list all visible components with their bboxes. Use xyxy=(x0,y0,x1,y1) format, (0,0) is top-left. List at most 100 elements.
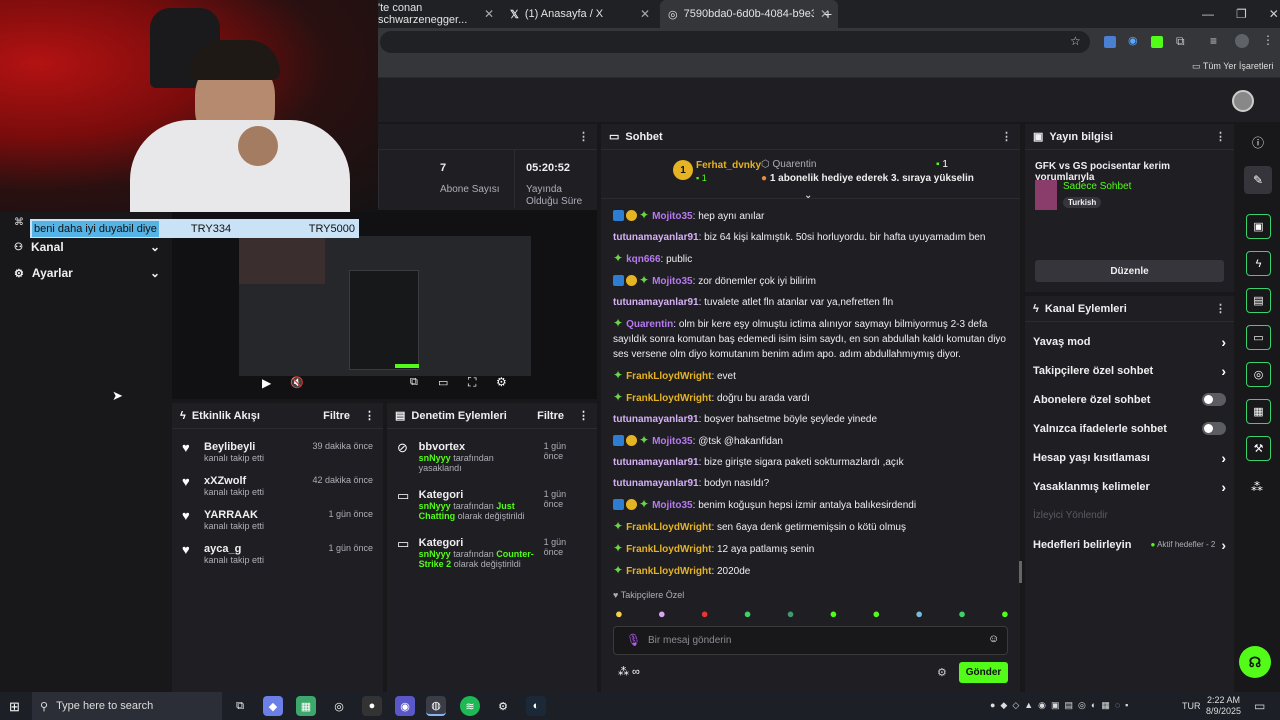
more-icon[interactable]: ⋮ xyxy=(1001,130,1012,143)
activity-item[interactable]: ♥ Beylibeyli kanalı takip etti 39 dakika ön… xyxy=(172,435,383,469)
moderation-item[interactable]: ▭ Kategori snNyyy tarafından Counter-Strik… xyxy=(387,531,597,579)
leader-name[interactable]: Ferhat_dvnky xyxy=(696,160,761,171)
send-button[interactable]: Gönder xyxy=(959,662,1008,683)
kick-extension-icon[interactable] xyxy=(1151,36,1163,48)
steam-icon[interactable]: ◐ xyxy=(526,696,546,716)
task-view-icon[interactable]: ⧉ xyxy=(230,696,250,716)
chat-username[interactable]: Quarentin xyxy=(626,319,673,330)
profile-avatar[interactable] xyxy=(1235,34,1249,48)
channel-action-row[interactable]: Takipçilere özel sohbet › xyxy=(1025,356,1234,385)
obs-icon[interactable]: ● xyxy=(362,696,382,716)
emote-icon[interactable]: ● xyxy=(829,606,837,622)
close-icon[interactable]: ✕ xyxy=(484,7,494,21)
discord-icon[interactable]: ◉ xyxy=(395,696,415,716)
activity-item[interactable]: ♥ ayca_g kanalı takip etti 1 gün önce xyxy=(172,537,383,571)
chat-username[interactable]: FrankLloydWright xyxy=(626,566,711,577)
chat-username[interactable]: tutunamayanlar91 xyxy=(613,232,699,243)
chrome-icon[interactable]: ◍ xyxy=(426,696,446,716)
spotify-icon[interactable]: ≋ xyxy=(460,696,480,716)
minimize-icon[interactable]: — xyxy=(1202,7,1214,21)
pencil-icon[interactable]: ✎ xyxy=(1244,166,1272,194)
chat-input[interactable]: 🎙 Bir mesaj gönderin ☺ xyxy=(613,626,1008,655)
moderation-item[interactable]: ⊘ bbvortex snNyyy tarafından yasaklandı 1 g… xyxy=(387,435,597,483)
close-icon[interactable]: ✕ xyxy=(640,7,650,21)
sidebar-item-ayarlar[interactable]: ⚙ Ayarlar ⌄ xyxy=(14,266,160,280)
emote-icon[interactable]: ● xyxy=(701,606,709,622)
chat-username[interactable]: FrankLloydWright xyxy=(626,544,711,555)
runnerup-name[interactable]: ⬡ Quarentin xyxy=(761,159,816,170)
audio-extension-icon[interactable]: ◉ xyxy=(1128,34,1138,47)
activity-item[interactable]: ♥ xXZwolf kanalı takip etti 42 dakika önce xyxy=(172,469,383,503)
chat-username[interactable]: FrankLloydWright xyxy=(626,522,711,533)
channel-action-row[interactable]: Hesap yaşı kısıtlaması › xyxy=(1025,443,1234,472)
browser-menu-icon[interactable]: ⋮ xyxy=(1262,33,1274,47)
chat-username[interactable]: tutunamayanlar91 xyxy=(613,414,699,425)
actor-link[interactable]: snNyyy xyxy=(419,501,451,511)
document-icon[interactable]: ▤ xyxy=(1246,288,1271,313)
all-bookmarks[interactable]: ▭ Tüm Yer İşaretleri xyxy=(1192,61,1273,72)
chat-username[interactable]: FrankLloydWright xyxy=(626,393,711,404)
new-tab-button[interactable]: + xyxy=(824,6,832,22)
app-icon[interactable]: ◎ xyxy=(329,696,349,716)
user-avatar[interactable] xyxy=(1232,90,1254,112)
more-icon[interactable]: ⋮ xyxy=(364,409,375,422)
gear-app-icon[interactable]: ⚙ xyxy=(493,696,513,716)
system-tray-icons[interactable]: ●◆◇▲◉▣▤◎◐▦◌▪ xyxy=(990,700,1133,711)
more-icon[interactable]: ⋮ xyxy=(1215,130,1226,143)
emote-icon[interactable]: ● xyxy=(787,606,795,622)
layout-icon[interactable]: ▦ xyxy=(1246,399,1271,424)
filter-button[interactable]: Filtre xyxy=(537,410,564,422)
chat-username[interactable]: Mojito35 xyxy=(652,500,693,511)
fullscreen-icon[interactable]: ⛶ xyxy=(468,375,476,390)
channel-action-row[interactable]: Yalnızca ifadelerle sohbet xyxy=(1025,414,1234,443)
bolt-icon[interactable]: ϟ xyxy=(1246,251,1271,276)
chat-username[interactable]: FrankLloydWright xyxy=(626,371,711,382)
chat-username[interactable]: Mojito35 xyxy=(652,276,693,287)
emote-icon[interactable]: ● xyxy=(872,606,880,622)
toggle-switch[interactable] xyxy=(1202,393,1226,406)
activity-item[interactable]: ♥ YARRAAK kanalı takip etti 1 gün önce xyxy=(172,503,383,537)
chat-username[interactable]: tutunamayanlar91 xyxy=(613,478,699,489)
settings-icon[interactable]: ⚙ xyxy=(496,375,507,389)
emote-icon[interactable]: ● xyxy=(744,606,752,622)
windows-start-icon[interactable]: ⊞ xyxy=(9,699,20,715)
emoji-icon[interactable]: ☺ xyxy=(988,633,999,645)
notification-icon[interactable]: ▭ xyxy=(1254,699,1265,713)
actor-link[interactable]: snNyyy xyxy=(419,453,451,463)
stream-preview[interactable]: ▶ 🔇 ⧉ ▭ ⛶ ⚙ xyxy=(172,210,597,399)
chat-username[interactable]: Mojito35 xyxy=(652,436,693,447)
pip-icon[interactable]: ⧉ xyxy=(410,376,418,389)
more-icon[interactable]: ⋮ xyxy=(578,409,589,422)
chat-username[interactable]: tutunamayanlar91 xyxy=(613,457,699,468)
chat-bubble-icon[interactable]: ▭ xyxy=(1246,325,1271,350)
channel-action-row[interactable]: Yasaklanmış kelimeler › xyxy=(1025,472,1234,501)
chat-username[interactable]: tutunamayanlar91 xyxy=(613,297,699,308)
points-icon[interactable]: ⁂ ∞ xyxy=(618,665,640,678)
restore-icon[interactable]: ❐ xyxy=(1236,7,1247,21)
collapse-icon[interactable]: ⌄ xyxy=(804,190,812,201)
translate-extension-icon[interactable] xyxy=(1104,36,1116,48)
filter-button[interactable]: Filtre xyxy=(323,410,350,422)
moderation-item[interactable]: ▭ Kategori snNyyy tarafından Just Chatting… xyxy=(387,483,597,531)
chat-scrollbar[interactable] xyxy=(1019,561,1022,583)
share-icon[interactable]: ⁂ xyxy=(1251,480,1263,494)
goals-row[interactable]: Hedefleri belirleyin ● Aktif hedefler - … xyxy=(1025,530,1234,559)
browser-tab[interactable]: 'te conan schwarzenegger... ✕ xyxy=(370,0,502,28)
sidebar-item-kanal[interactable]: ⚇ Kanal ⌄ xyxy=(14,240,160,254)
address-input[interactable] xyxy=(380,31,1090,53)
microphone-icon[interactable]: 🎙 xyxy=(626,633,641,647)
emote-icon[interactable]: ● xyxy=(615,606,623,622)
taskbar-search[interactable]: ⚲ Type here to search xyxy=(32,692,222,720)
more-icon[interactable]: ⋮ xyxy=(578,130,589,143)
chat-username[interactable]: kqn666 xyxy=(626,254,660,265)
play-icon[interactable]: ▶ xyxy=(262,376,271,390)
browser-tab[interactable]: 𝕏 (1) Anasayfa / X ✕ xyxy=(502,0,658,28)
emote-icon[interactable]: ● xyxy=(658,606,666,622)
category-link[interactable]: Sadece Sohbet xyxy=(1063,181,1131,192)
chat-username[interactable]: Mojito35 xyxy=(652,211,693,222)
emote-icon[interactable]: ● xyxy=(1001,606,1009,622)
broadcast-icon[interactable]: ◎ xyxy=(1246,362,1271,387)
theater-icon[interactable]: ▭ xyxy=(438,376,448,389)
wrench-icon[interactable]: ⚒ xyxy=(1246,436,1271,461)
camera-icon[interactable]: ▣ xyxy=(1246,214,1271,239)
